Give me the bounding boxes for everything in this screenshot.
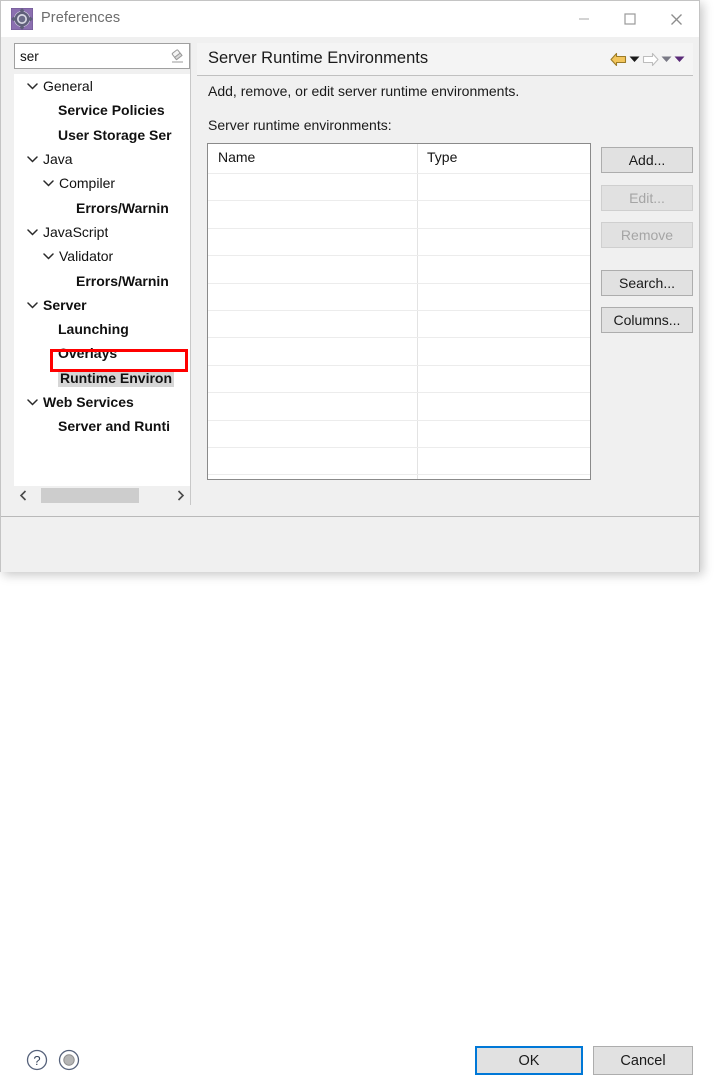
help-question-icon[interactable]: ? <box>25 1048 49 1072</box>
window-title: Preferences <box>41 10 120 26</box>
menu-chevron-down-icon[interactable] <box>674 50 685 68</box>
filter-field-wrapper <box>14 43 190 69</box>
table-row[interactable] <box>208 392 590 393</box>
list-label: Server runtime environments: <box>208 117 392 133</box>
tree-item-label: Validator <box>59 248 113 264</box>
table-row[interactable] <box>208 283 590 284</box>
dialog-footer: ? OK Cancel <box>1 517 699 572</box>
column-header-name[interactable]: Name <box>218 149 255 165</box>
search-button[interactable]: Search... <box>601 270 693 296</box>
back-arrow-icon[interactable] <box>610 50 627 68</box>
tree-item-javascript[interactable]: JavaScript <box>14 220 190 244</box>
add-button[interactable]: Add... <box>601 147 693 173</box>
tree-item-errors-warnin[interactable]: Errors/Warnin <box>14 195 190 219</box>
tree-item-service-policies[interactable]: Service Policies <box>14 98 190 122</box>
close-button[interactable] <box>653 1 699 37</box>
remove-button: Remove <box>601 222 693 248</box>
eraser-clear-icon[interactable] <box>170 48 186 64</box>
tree-item-overlays[interactable]: Overlays <box>14 341 190 365</box>
table-row[interactable] <box>208 255 590 256</box>
tree-item-label: Errors/Warnin <box>76 200 169 216</box>
table-row[interactable] <box>208 228 590 229</box>
columns-button[interactable]: Columns... <box>601 307 693 333</box>
preferences-tree[interactable]: General Service Policies User Storage Ser J… <box>14 74 190 486</box>
tree-item-label: Server <box>43 297 87 313</box>
search-input[interactable] <box>14 43 190 69</box>
tree-item-label: General <box>43 78 93 94</box>
cancel-button[interactable]: Cancel <box>593 1046 693 1075</box>
table-row[interactable] <box>208 173 590 174</box>
tree-item-runtime-environ[interactable]: Runtime Environ <box>14 366 190 390</box>
table-row[interactable] <box>208 365 590 366</box>
scrollbar-thumb[interactable] <box>41 488 139 503</box>
tree-item-label: Launching <box>58 321 129 337</box>
chevron-down-icon[interactable] <box>24 297 40 313</box>
chevron-down-icon[interactable] <box>24 394 40 410</box>
table-row[interactable] <box>208 337 590 338</box>
chevron-right-icon[interactable] <box>171 486 190 505</box>
forward-dropdown-chevron-down-icon <box>661 50 672 68</box>
tree-horizontal-scrollbar[interactable] <box>14 486 190 505</box>
minimize-button[interactable] <box>561 1 607 37</box>
edit-button: Edit... <box>601 185 693 211</box>
tree-item-user-storage-ser[interactable]: User Storage Ser <box>14 123 190 147</box>
chevron-down-icon[interactable] <box>24 151 40 167</box>
column-header-type[interactable]: Type <box>427 149 457 165</box>
forward-arrow-icon <box>642 50 659 68</box>
ok-button[interactable]: OK <box>475 1046 583 1075</box>
chevron-down-icon[interactable] <box>40 248 56 264</box>
maximize-button[interactable] <box>607 1 653 37</box>
maximize-icon <box>624 13 636 25</box>
panel-description: Add, remove, or edit server runtime envi… <box>208 83 519 99</box>
tree-item-launching[interactable]: Launching <box>14 317 190 341</box>
preferences-gear-icon <box>11 8 33 30</box>
tree-item-validator[interactable]: Validator <box>14 244 190 268</box>
runtime-environments-table[interactable]: Name Type <box>207 143 591 480</box>
page-title: Server Runtime Environments <box>208 49 428 68</box>
tree-item-label: Runtime Environ <box>58 369 174 387</box>
chevron-down-icon[interactable] <box>24 78 40 94</box>
table-row[interactable] <box>208 474 590 475</box>
table-row[interactable] <box>208 200 590 201</box>
panel-header: Server Runtime Environments <box>197 43 693 76</box>
tree-item-label: User Storage Ser <box>58 127 172 143</box>
svg-text:?: ? <box>33 1053 40 1068</box>
circle-dot-icon[interactable] <box>57 1048 81 1072</box>
tree-item-web-services[interactable]: Web Services <box>14 390 190 414</box>
tree-item-label: Java <box>43 151 73 167</box>
sidebar-divider <box>190 43 191 505</box>
tree-item-label: Overlays <box>58 345 117 361</box>
tree-item-server[interactable]: Server <box>14 293 190 317</box>
tree-item-java[interactable]: Java <box>14 147 190 171</box>
close-icon <box>670 13 683 26</box>
table-row[interactable] <box>208 447 590 448</box>
scrollbar-track[interactable] <box>33 486 171 505</box>
table-row[interactable] <box>208 420 590 421</box>
window-controls <box>561 1 699 37</box>
tree-item-label: Web Services <box>43 394 134 410</box>
chevron-left-icon[interactable] <box>14 486 33 505</box>
tree-item-label: Server and Runti <box>58 418 170 434</box>
chevron-down-icon[interactable] <box>24 224 40 240</box>
panel-navigation <box>610 50 685 68</box>
tree-item-errors-warnin[interactable]: Errors/Warnin <box>14 268 190 292</box>
column-divider <box>417 144 418 479</box>
title-bar: Preferences <box>1 1 699 37</box>
tree-item-label: Compiler <box>59 175 115 191</box>
tree-item-label: Errors/Warnin <box>76 273 169 289</box>
back-dropdown-chevron-down-icon[interactable] <box>629 50 640 68</box>
preferences-window: Preferences <box>0 0 700 572</box>
chevron-down-icon[interactable] <box>40 175 56 191</box>
tree-item-label: JavaScript <box>43 224 108 240</box>
tree-item-compiler[interactable]: Compiler <box>14 171 190 195</box>
table-row[interactable] <box>208 310 590 311</box>
tree-item-server-and-runti[interactable]: Server and Runti <box>14 414 190 438</box>
tree-item-general[interactable]: General <box>14 74 190 98</box>
minimize-icon <box>578 13 590 25</box>
tree-item-label: Service Policies <box>58 102 165 118</box>
